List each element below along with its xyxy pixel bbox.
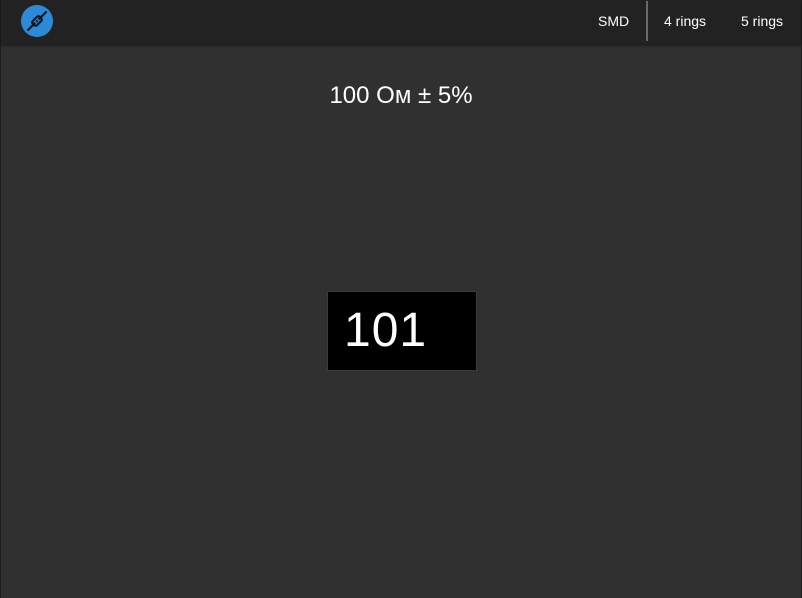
resistor-icon[interactable] [21,5,53,37]
smd-resistor-chip: 101 [327,291,477,371]
tab-smd[interactable]: SMD [598,0,629,42]
toolbar: SMD 4 rings 5 rings [1,0,801,44]
tab-4-rings[interactable]: 4 rings [664,0,706,42]
tab-active-divider [646,1,648,41]
tab-5-rings[interactable]: 5 rings [741,0,783,42]
smd-code-input[interactable]: 101 [344,292,427,370]
app-window: SMD 4 rings 5 rings 100 Ом ± 5% 101 [0,0,802,598]
resistance-result: 100 Ом ± 5% [329,82,473,109]
